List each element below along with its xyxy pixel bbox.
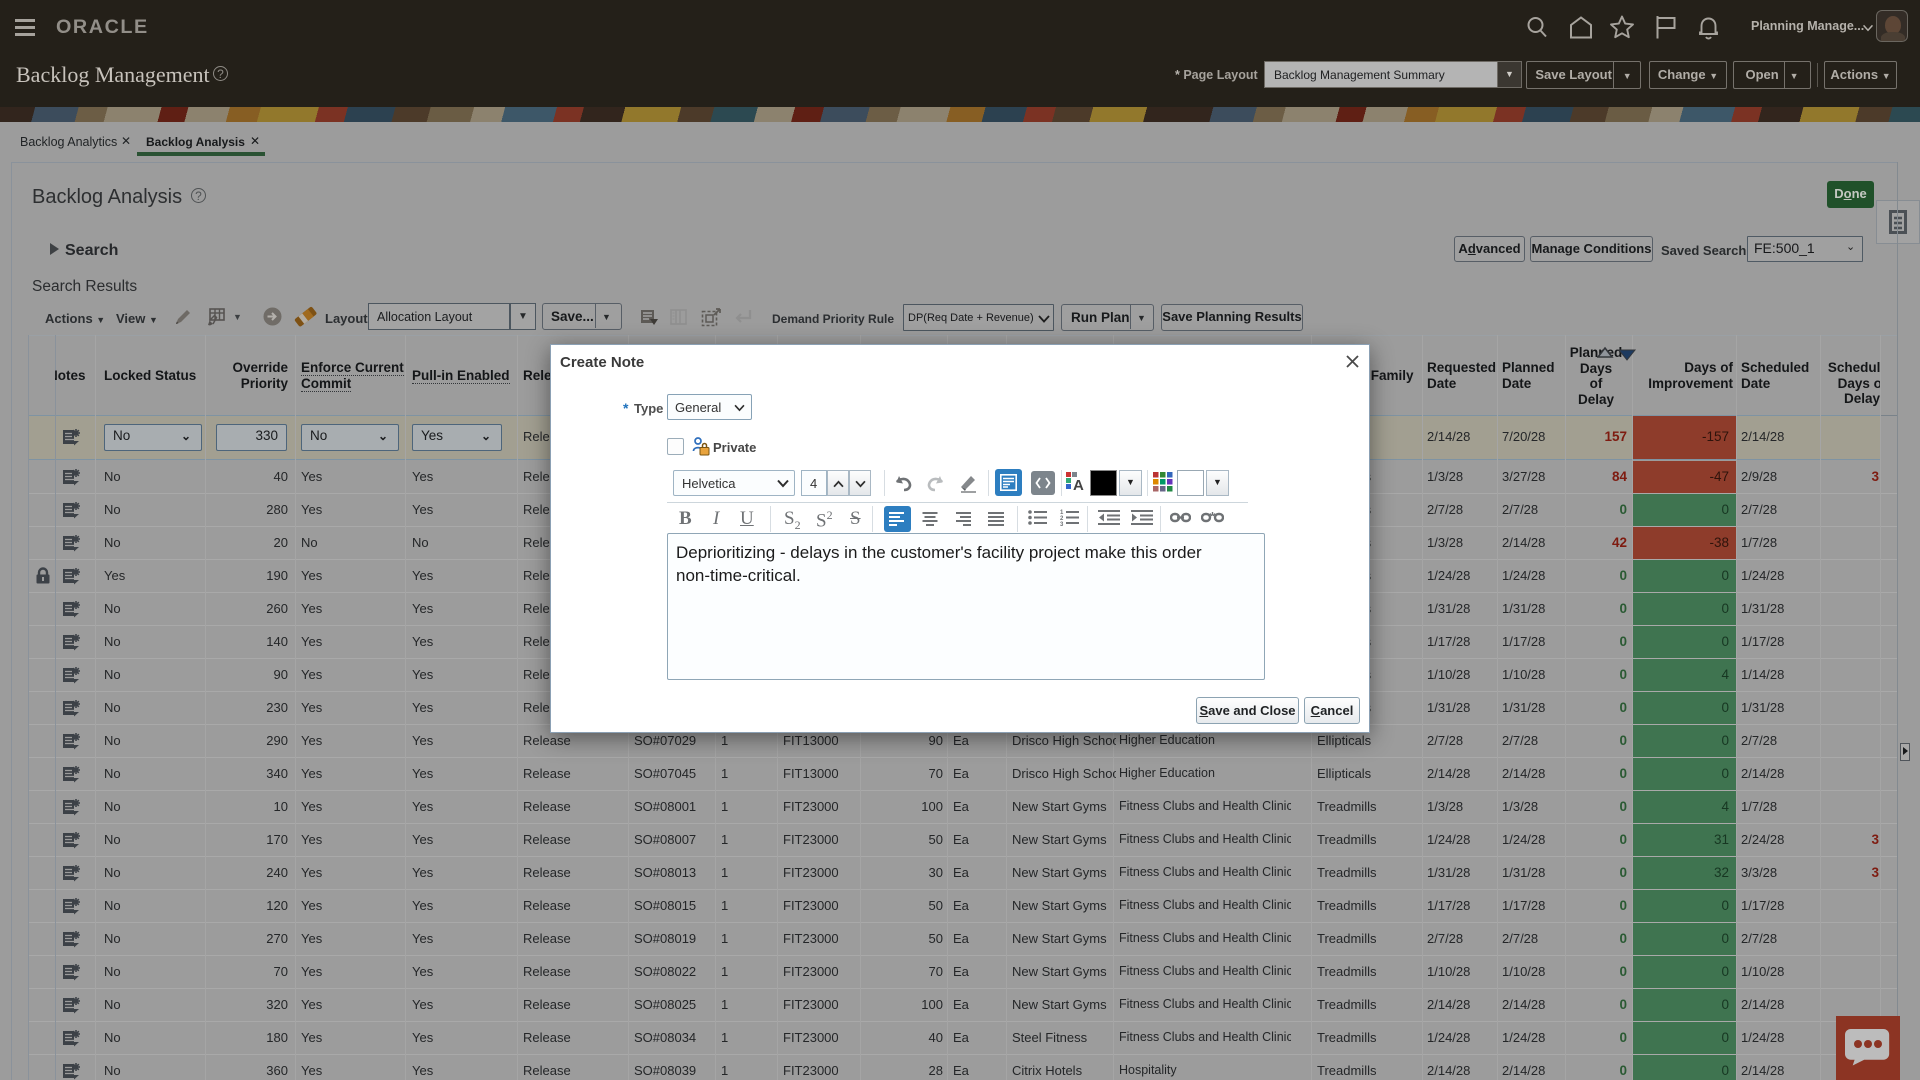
svg-text:3: 3	[1060, 522, 1064, 526]
svg-text:A: A	[1073, 477, 1084, 493]
